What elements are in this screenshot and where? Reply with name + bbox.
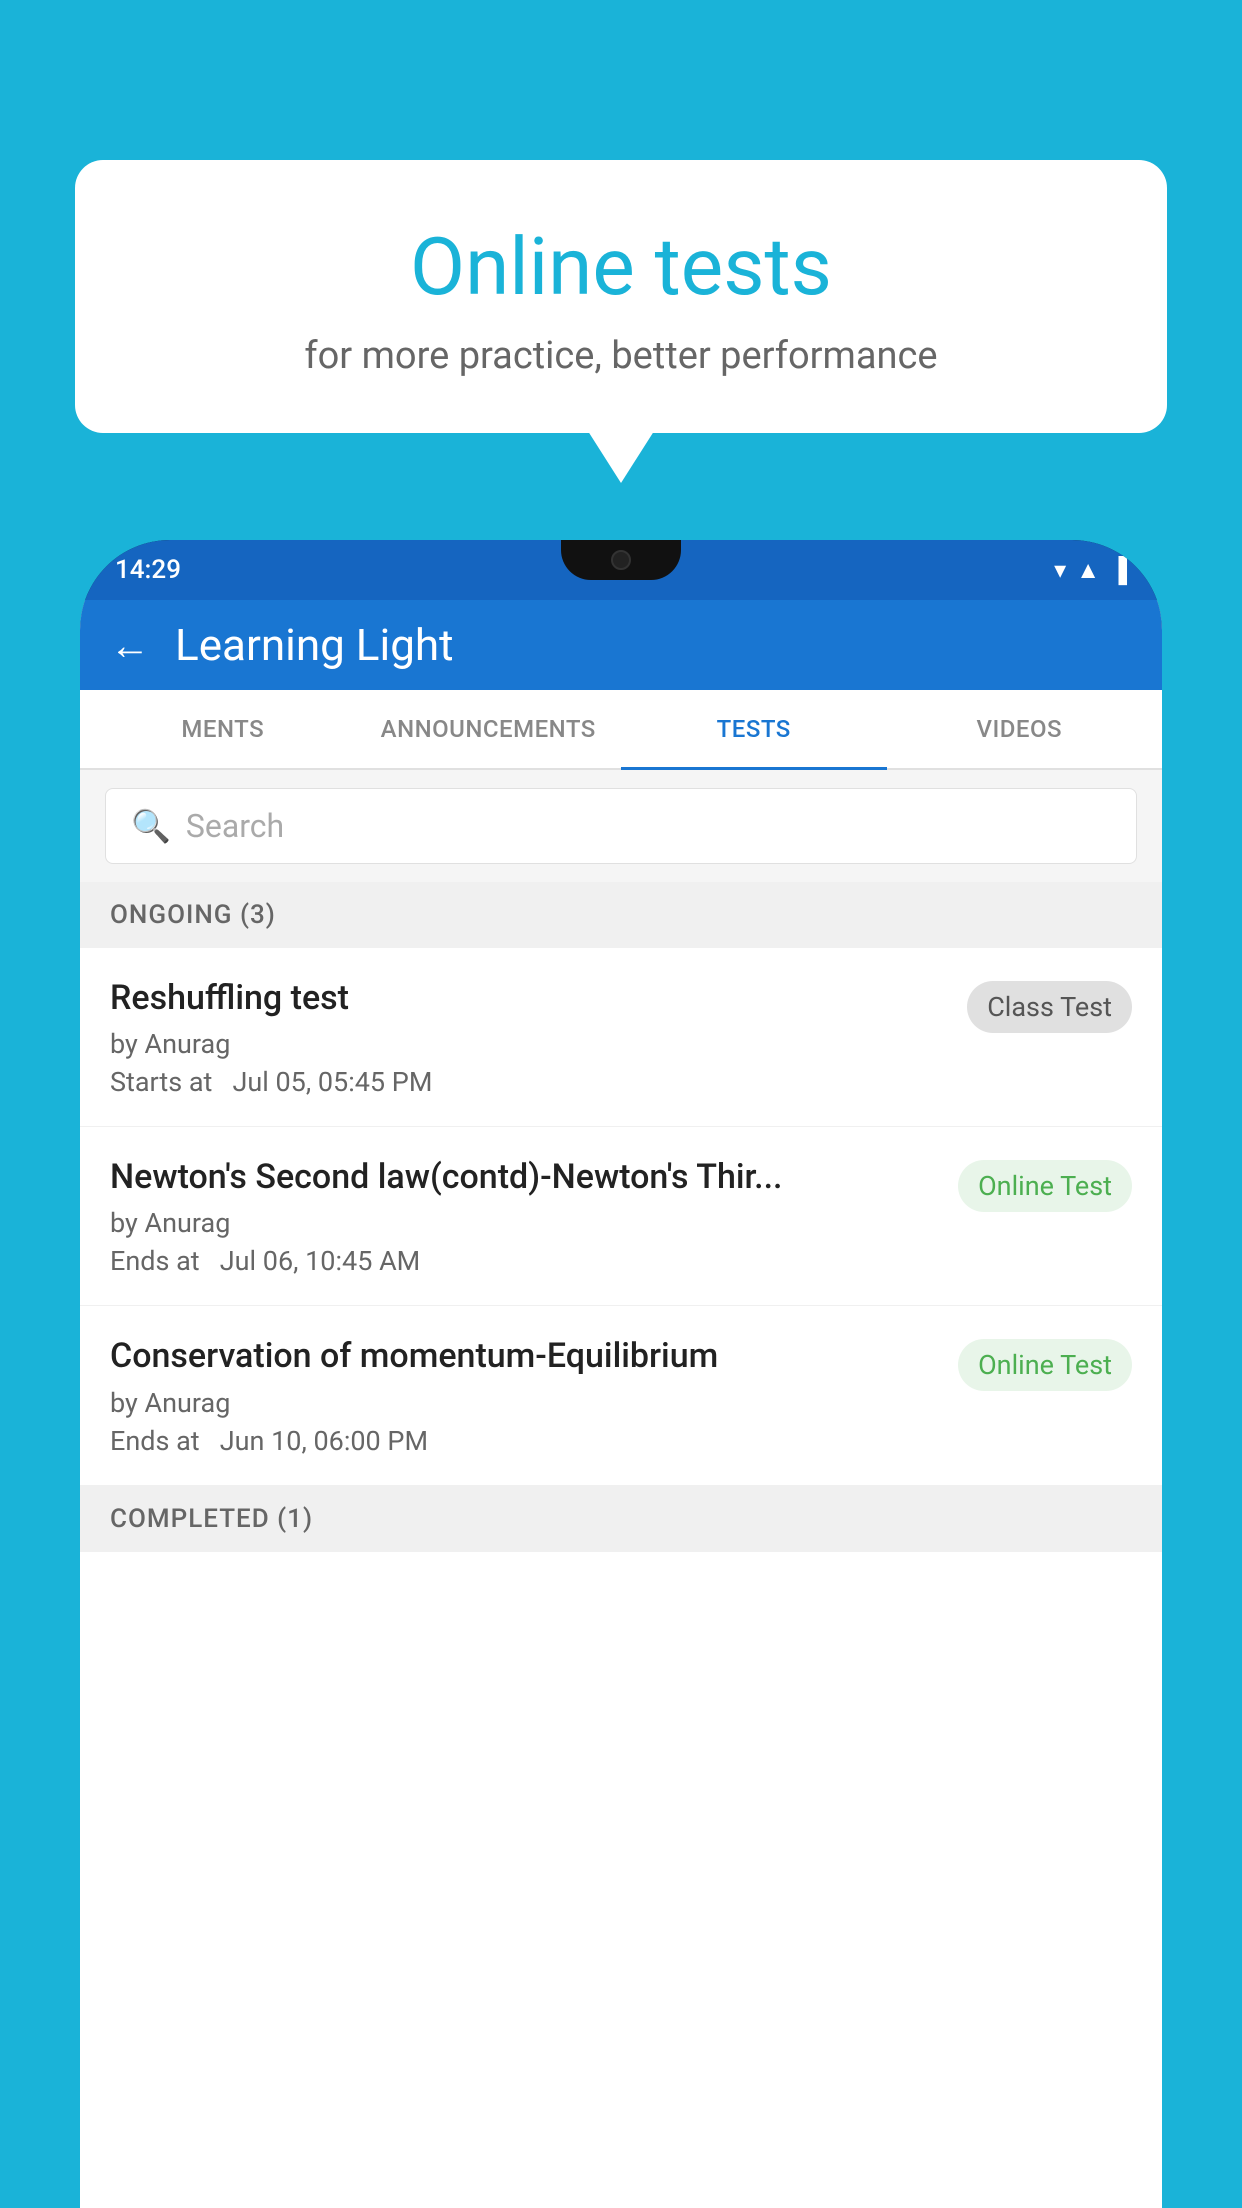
wifi-icon: ▾ — [1054, 556, 1066, 584]
signal-icon: ▲ — [1076, 556, 1100, 585]
test-item-newtons[interactable]: Newton's Second law(contd)-Newton's Thir… — [80, 1127, 1162, 1306]
test-item-conservation[interactable]: Conservation of momentum-Equilibrium by … — [80, 1306, 1162, 1485]
search-bar-container: 🔍 Search — [80, 770, 1162, 882]
notch — [561, 540, 681, 580]
completed-section-header: COMPLETED (1) — [80, 1486, 1162, 1552]
speech-bubble: Online tests for more practice, better p… — [75, 160, 1167, 433]
status-time: 14:29 — [115, 555, 181, 585]
test-item-content-newtons: Newton's Second law(contd)-Newton's Thir… — [110, 1155, 938, 1277]
tab-announcements[interactable]: ANNOUNCEMENTS — [356, 690, 622, 768]
tab-videos[interactable]: VIDEOS — [887, 690, 1153, 768]
badge-class-test: Class Test — [967, 981, 1132, 1033]
status-bar: 14:29 ▾ ▲ ▐ — [80, 540, 1162, 600]
tab-tests[interactable]: TESTS — [621, 690, 887, 768]
phone-frame: 14:29 ▾ ▲ ▐ ← Learning Light MENTS ANNOU… — [80, 540, 1162, 2208]
status-icons: ▾ ▲ ▐ — [1054, 556, 1127, 585]
test-author-conservation: by Anurag — [110, 1387, 938, 1419]
bubble-subtitle: for more practice, better performance — [125, 334, 1117, 378]
test-time-newtons: Ends at Jul 06, 10:45 AM — [110, 1245, 938, 1277]
test-name-conservation: Conservation of momentum-Equilibrium — [110, 1334, 938, 1378]
search-icon: 🔍 — [131, 807, 171, 845]
tabs-bar: MENTS ANNOUNCEMENTS TESTS VIDEOS — [80, 690, 1162, 770]
battery-icon: ▐ — [1110, 556, 1127, 585]
test-item-reshuffling[interactable]: Reshuffling test by Anurag Starts at Jul… — [80, 948, 1162, 1127]
test-item-content: Reshuffling test by Anurag Starts at Jul… — [110, 976, 947, 1098]
search-input[interactable]: 🔍 Search — [105, 788, 1137, 864]
test-time-conservation: Ends at Jun 10, 06:00 PM — [110, 1425, 938, 1457]
badge-online-test-newtons: Online Test — [958, 1160, 1132, 1212]
test-item-content-conservation: Conservation of momentum-Equilibrium by … — [110, 1334, 938, 1456]
app-title: Learning Light — [175, 619, 454, 671]
back-button[interactable]: ← — [110, 622, 150, 669]
search-placeholder-text: Search — [186, 807, 284, 845]
tab-ments[interactable]: MENTS — [90, 690, 356, 768]
camera — [611, 550, 631, 570]
bubble-title: Online tests — [125, 220, 1117, 314]
ongoing-section-header: ONGOING (3) — [80, 882, 1162, 948]
test-author-reshuffling: by Anurag — [110, 1028, 947, 1060]
app-header: ← Learning Light — [80, 600, 1162, 690]
test-name-newtons: Newton's Second law(contd)-Newton's Thir… — [110, 1155, 938, 1199]
badge-online-test-conservation: Online Test — [958, 1339, 1132, 1391]
phone-screen: ← Learning Light MENTS ANNOUNCEMENTS TES… — [80, 600, 1162, 2208]
test-author-newtons: by Anurag — [110, 1207, 938, 1239]
test-time-reshuffling: Starts at Jul 05, 05:45 PM — [110, 1066, 947, 1098]
test-name-reshuffling: Reshuffling test — [110, 976, 947, 1020]
